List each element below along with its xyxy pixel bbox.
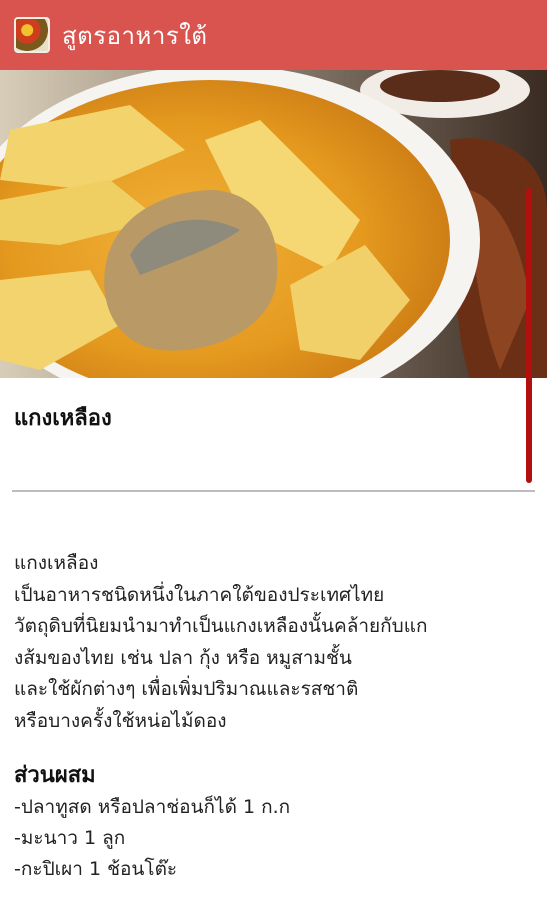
recipe-title: แกงเหลือง — [14, 406, 112, 431]
food-thumbnail-icon — [14, 17, 50, 53]
divider — [12, 490, 535, 492]
app-title: สูตรอาหารใต้ — [62, 21, 208, 50]
app-bar: สูตรอาหารใต้ — [0, 0, 547, 70]
food-photo — [0, 70, 547, 378]
curry-bowl-image — [0, 70, 547, 378]
list-item: -กะปิเผา 1 ช้อนโต๊ะ — [14, 858, 178, 880]
ingredients-heading: ส่วนผสม — [14, 763, 96, 788]
ingredients-list: -ปลาทูสด หรือปลาช่อนก็ได้ 1 ก.ก -มะนาว 1… — [14, 792, 290, 885]
recipe-description: แกงเหลือง เป็นอาหารชนิดหนึ่งในภาคใต้ของป… — [14, 552, 428, 732]
list-item: -ปลาทูสด หรือปลาช่อนก็ได้ 1 ก.ก — [14, 796, 291, 818]
scrollbar[interactable] — [526, 188, 532, 483]
list-item: -มะนาว 1 ลูก — [14, 827, 126, 849]
